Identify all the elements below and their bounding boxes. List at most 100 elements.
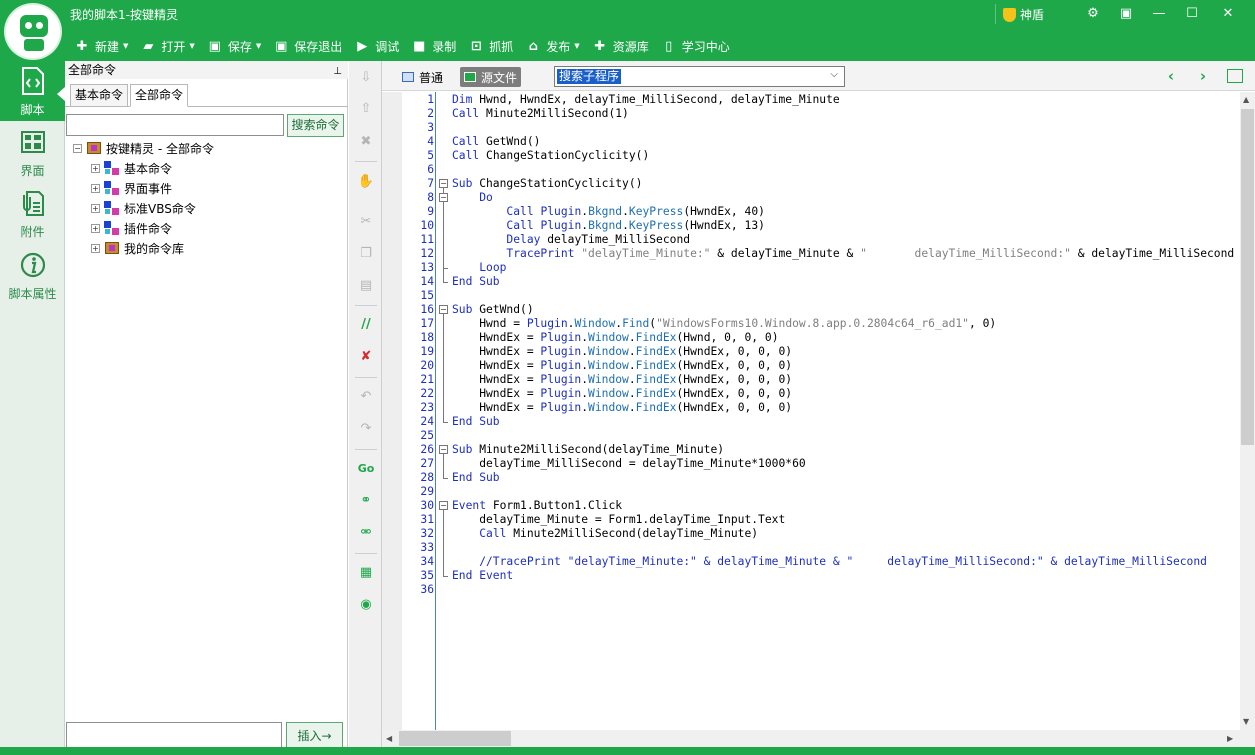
editor-gutter	[382, 92, 402, 730]
minimize-button[interactable]: —	[1143, 2, 1175, 26]
nav-script-properties[interactable]: 脚本属性	[0, 245, 65, 305]
command-group-icon	[104, 221, 120, 235]
open-button[interactable]: ▰ 打开 ▼	[136, 34, 198, 58]
syntax-check-icon[interactable]: ▦	[356, 563, 376, 583]
subroutine-select[interactable]: 搜索子程序 ⌵	[554, 66, 845, 87]
expand-icon[interactable]: +	[91, 203, 100, 213]
tree-item-my-library[interactable]: + 我的命令库	[91, 238, 184, 258]
save-button[interactable]: ▣ 保存 ▼	[203, 34, 265, 58]
save-exit-button[interactable]: ▣ 保存退出	[269, 34, 346, 58]
fold-toggle-icon[interactable]: −	[439, 193, 448, 202]
undo-icon[interactable]: ↶	[356, 387, 376, 407]
line-number: 26	[420, 443, 434, 456]
tree-root-label: 按键精灵 - 全部命令	[106, 141, 214, 156]
normal-view-icon	[402, 72, 414, 82]
code-line: Call Minute2MilliSecond(delayTime_Minute…	[479, 527, 759, 540]
grab-button[interactable]: ⊡ 抓抓	[464, 34, 517, 58]
insert-input[interactable]	[66, 722, 282, 749]
code-editor[interactable]: 1 2 3 4 5 6 7 8 9 10 11 12 13 14 15 16 17 18 19 20 21 22 23 24 2…	[382, 92, 1240, 730]
tree-root[interactable]: − 按键精灵 - 全部命令	[73, 138, 214, 158]
line-number: 21	[420, 373, 434, 386]
hand-icon[interactable]: ✋	[356, 172, 376, 192]
move-up-icon[interactable]: ⇧	[356, 99, 376, 119]
comment-icon[interactable]: //	[356, 315, 376, 335]
line-number: 33	[420, 541, 434, 554]
expand-icon[interactable]: +	[91, 243, 100, 253]
app-logo	[4, 3, 62, 60]
copy-icon[interactable]: ❐	[356, 244, 376, 264]
replace-icon[interactable]: ⚮	[356, 523, 376, 543]
nav-attachment[interactable]: 附件	[0, 183, 65, 243]
goto-icon[interactable]: Go	[356, 459, 376, 479]
nav-properties-label: 脚本属性	[8, 287, 57, 301]
play-icon: ▶	[357, 38, 368, 54]
line-number: 28	[420, 471, 434, 484]
folder-icon: ▰	[143, 38, 154, 54]
nav-script[interactable]: 脚本	[0, 61, 65, 121]
code-line: delayTime_MilliSecond = delayTime_Minute…	[452, 457, 806, 470]
pin-icon[interactable]: ⊥	[333, 63, 342, 81]
info-icon	[20, 252, 46, 278]
nav-forward-icon[interactable]: ›	[1194, 67, 1212, 85]
code-lines: Dim Hwnd, HwndEx, delayTime_MilliSecond,…	[452, 93, 1234, 597]
expand-icon[interactable]: +	[91, 223, 100, 233]
command-search-input[interactable]	[66, 114, 284, 136]
maximize-button[interactable]: ☐	[1176, 2, 1208, 26]
horizontal-scroll-thumb[interactable]	[399, 731, 511, 746]
vertical-scrollbar[interactable]: ▲ ▼	[1240, 92, 1255, 730]
resource-library-button[interactable]: ✚ 资源库	[588, 34, 653, 58]
code-line: //TracePrint "delayTime_Minute:" & delay…	[452, 555, 1207, 568]
shield-button[interactable]: 神盾	[1003, 6, 1044, 23]
code-line: End Event	[452, 569, 514, 582]
find-icon[interactable]: ⚭	[356, 491, 376, 511]
insert-button[interactable]: 插入→	[286, 722, 343, 750]
tab-normal[interactable]: 普通	[398, 67, 447, 87]
settings-gear-icon[interactable]: ⚙	[1077, 2, 1109, 26]
tab-basic-commands[interactable]: 基本命令	[70, 84, 129, 107]
status-strip	[0, 747, 1255, 755]
fold-toggle-icon[interactable]: −	[439, 445, 448, 454]
move-down-icon[interactable]: ⇩	[356, 68, 376, 88]
script-icon	[22, 67, 44, 95]
tree-item-basic[interactable]: + 基本命令	[91, 158, 172, 178]
paste-icon[interactable]: ▤	[356, 276, 376, 296]
layout-icon[interactable]	[1227, 69, 1243, 83]
delete-icon[interactable]: ✖	[356, 132, 376, 152]
editor-header: 普通 源文件 搜索子程序 ⌵ ‹ ›	[382, 61, 1255, 91]
tab-source[interactable]: 源文件	[460, 67, 522, 87]
tab-all-commands[interactable]: 全部命令	[130, 84, 189, 107]
uncomment-icon[interactable]: ✘	[356, 347, 376, 367]
new-button[interactable]: ✚ 新建 ▼	[70, 34, 132, 58]
fold-toggle-icon[interactable]: −	[439, 501, 448, 510]
close-button[interactable]: ✕	[1212, 2, 1244, 26]
tree-item-vbs[interactable]: + 标准VBS命令	[91, 198, 196, 218]
menu-dropdown-icon[interactable]: ▣	[1110, 2, 1142, 26]
cut-icon[interactable]: ✂	[356, 212, 376, 232]
expand-icon[interactable]: +	[91, 183, 100, 193]
redo-icon[interactable]: ↷	[356, 419, 376, 439]
search-command-button[interactable]: 搜索命令	[287, 114, 344, 137]
horizontal-scrollbar[interactable]: ◀ ▶	[382, 730, 1255, 747]
view-icon[interactable]: ◉	[356, 595, 376, 615]
interface-icon	[21, 131, 45, 153]
debug-button[interactable]: ▶ 调试	[350, 34, 403, 58]
record-button[interactable]: ■ 录制	[407, 34, 460, 58]
code-line: Call Plugin.Bkgnd.KeyPress(HwndEx, 40)	[506, 205, 765, 218]
tree-item-plugins[interactable]: + 插件命令	[91, 218, 172, 238]
expand-icon[interactable]: +	[91, 163, 100, 173]
nav-interface[interactable]: 界面	[0, 122, 65, 182]
collapse-icon[interactable]: −	[73, 143, 82, 153]
tree-item-ui-events[interactable]: + 界面事件	[91, 178, 172, 198]
line-number: 35	[420, 569, 434, 582]
publish-button[interactable]: ⌂ 发布 ▼	[521, 34, 583, 58]
line-number: 36	[420, 583, 434, 596]
vertical-scroll-thumb[interactable]	[1241, 109, 1254, 445]
fold-toggle-icon[interactable]: −	[439, 179, 448, 188]
nav-back-icon[interactable]: ‹	[1162, 67, 1180, 85]
code-line: Call ChangeStationCyclicity()	[452, 149, 650, 162]
learning-center-button[interactable]: ▯ 学习中心	[657, 34, 734, 58]
fold-toggle-icon[interactable]: −	[439, 305, 448, 314]
code-line: HwndEx = Plugin.Window.FindEx(HwndEx, 0,…	[452, 387, 793, 400]
